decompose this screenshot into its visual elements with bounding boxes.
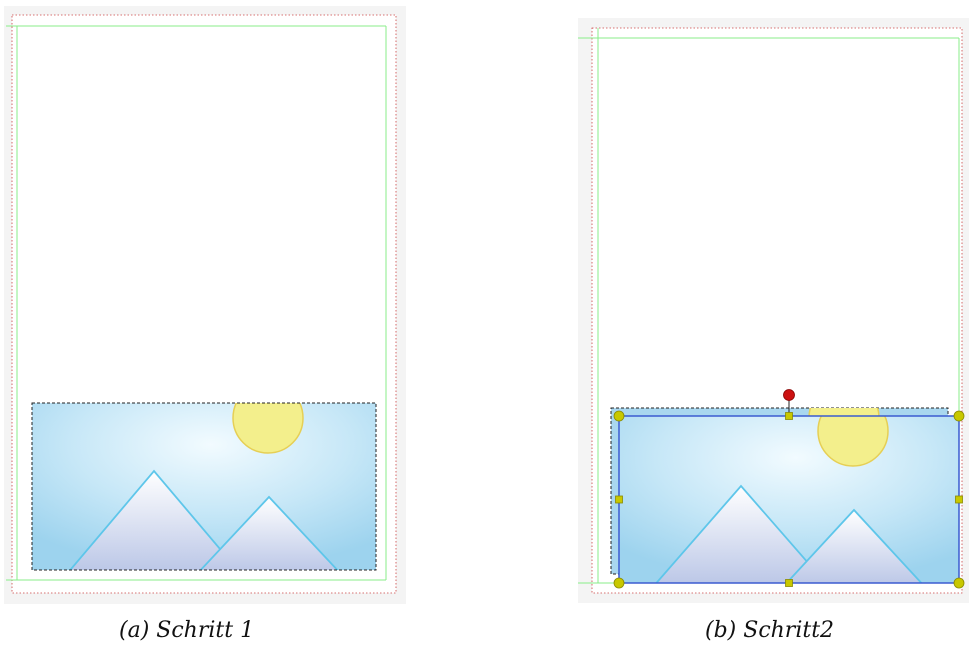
panel-b — [560, 0, 971, 610]
resize-handle-left[interactable] — [615, 495, 623, 504]
image-placeholder[interactable] — [32, 383, 376, 575]
resize-handle-top-left[interactable] — [613, 410, 625, 422]
caption-b: (b) Schritt2 — [705, 618, 835, 643]
resize-handle-bottom[interactable] — [785, 579, 793, 587]
image-placeholder-moved[interactable] — [619, 396, 959, 588]
page-canvas-b — [578, 18, 969, 603]
page-canvas-a — [4, 6, 406, 604]
resize-handle-top[interactable] — [785, 412, 793, 420]
resize-handle-bottom-left[interactable] — [613, 577, 625, 589]
rotate-handle[interactable] — [783, 389, 795, 401]
resize-handle-right[interactable] — [955, 495, 963, 504]
caption-a: (a) Schritt 1 — [119, 618, 255, 643]
resize-handle-top-right[interactable] — [953, 410, 965, 422]
panel-a — [0, 0, 420, 610]
resize-handle-bottom-right[interactable] — [953, 577, 965, 589]
